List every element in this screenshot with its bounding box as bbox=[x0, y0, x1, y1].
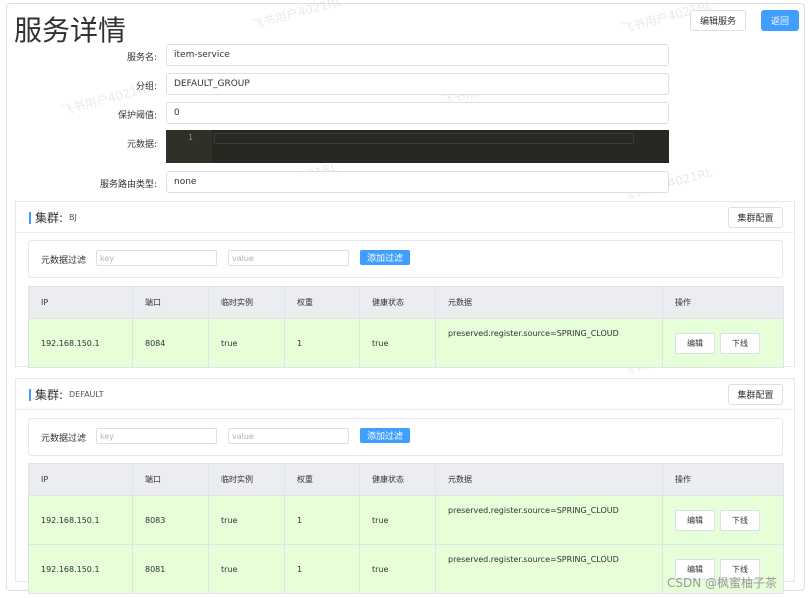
cell-ephemeral: true bbox=[208, 495, 285, 545]
filter-key-input[interactable]: key bbox=[96, 428, 217, 444]
column-header-health: 健康状态 bbox=[359, 286, 436, 319]
cluster-config-button[interactable]: 集群配置 bbox=[728, 207, 783, 228]
edit-instance-button[interactable]: 编辑 bbox=[675, 332, 715, 354]
cell-ip: 192.168.150.1 bbox=[28, 318, 133, 368]
editor-line-number: 1 bbox=[188, 133, 193, 142]
column-header-ephemeral: 临时实例 bbox=[208, 286, 285, 319]
cell-ephemeral: true bbox=[208, 318, 285, 368]
filter-label: 元数据过滤 bbox=[41, 434, 87, 444]
column-header-metadata: 元数据 bbox=[435, 286, 663, 319]
editor-active-line bbox=[214, 133, 634, 144]
cell-ephemeral: true bbox=[208, 544, 285, 594]
cell-port: 8083 bbox=[132, 495, 209, 545]
protect-threshold-field[interactable]: 0 bbox=[166, 102, 669, 124]
metadata-filter: 元数据过滤 key value 添加过滤 bbox=[28, 240, 783, 278]
cluster-title: 集群: bbox=[35, 388, 64, 402]
page-title: 服务详情 bbox=[14, 14, 127, 47]
cluster-name: BJ bbox=[69, 213, 77, 222]
cell-ip: 192.168.150.1 bbox=[28, 495, 133, 545]
column-header-port: 端口 bbox=[132, 463, 209, 496]
cell-weight: 1 bbox=[284, 544, 360, 594]
column-header-ip: IP bbox=[28, 463, 133, 496]
cluster-header: 集群: DEFAULT 集群配置 bbox=[16, 379, 794, 410]
column-header-weight: 权重 bbox=[284, 463, 360, 496]
cluster-card-default: 集群: DEFAULT 集群配置 元数据过滤 key value 添加过滤 IP… bbox=[15, 378, 795, 594]
filter-value-input[interactable]: value bbox=[228, 250, 349, 266]
cell-actions: 编辑 下线 bbox=[662, 495, 784, 545]
column-header-weight: 权重 bbox=[284, 286, 360, 319]
selector-type-label: 服务路由类型: bbox=[99, 180, 157, 190]
cell-health: true bbox=[359, 544, 436, 594]
cell-ip: 192.168.150.1 bbox=[28, 544, 133, 594]
cluster-name: DEFAULT bbox=[69, 390, 104, 399]
column-header-port: 端口 bbox=[132, 286, 209, 319]
offline-instance-button[interactable]: 下线 bbox=[720, 332, 760, 354]
column-header-metadata: 元数据 bbox=[435, 463, 663, 496]
protect-threshold-label: 保护阈值: bbox=[117, 111, 157, 121]
metadata-filter: 元数据过滤 key value 添加过滤 bbox=[28, 418, 783, 456]
cell-metadata: preserved.register.source=SPRING_CLOUD bbox=[435, 495, 663, 545]
edit-service-button[interactable]: 编辑服务 bbox=[690, 10, 746, 31]
filter-key-input[interactable]: key bbox=[96, 250, 217, 266]
cell-health: true bbox=[359, 318, 436, 368]
column-header-actions: 操作 bbox=[662, 286, 784, 319]
instance-table: IP 端口 临时实例 权重 健康状态 元数据 操作 192.168.150.1 … bbox=[28, 286, 784, 368]
filter-label: 元数据过滤 bbox=[41, 256, 87, 266]
cluster-accent-bar bbox=[29, 212, 31, 224]
group-label: 分组: bbox=[135, 82, 157, 92]
cluster-header: 集群: BJ 集群配置 bbox=[16, 202, 794, 233]
selector-type-field[interactable]: none bbox=[166, 171, 669, 193]
metadata-editor[interactable]: 1 bbox=[166, 130, 669, 163]
cell-port: 8081 bbox=[132, 544, 209, 594]
service-name-field[interactable]: item-service bbox=[166, 44, 669, 66]
table-header-row: IP 端口 临时实例 权重 健康状态 元数据 操作 bbox=[28, 286, 784, 319]
offline-instance-button[interactable]: 下线 bbox=[720, 509, 760, 531]
credit-text: CSDN @枫蜜柚子茶 bbox=[667, 576, 778, 590]
cluster-card-bj: 集群: BJ 集群配置 元数据过滤 key value 添加过滤 IP 端口 临… bbox=[15, 201, 795, 368]
column-header-ip: IP bbox=[28, 286, 133, 319]
cell-health: true bbox=[359, 495, 436, 545]
cell-actions: 编辑 下线 bbox=[662, 318, 784, 368]
cell-port: 8084 bbox=[132, 318, 209, 368]
back-button[interactable]: 返回 bbox=[761, 10, 799, 31]
cluster-title: 集群: bbox=[35, 211, 64, 225]
table-row: 192.168.150.1 8084 true 1 true preserved… bbox=[28, 318, 784, 368]
cluster-accent-bar bbox=[29, 389, 31, 401]
add-filter-button[interactable]: 添加过滤 bbox=[360, 428, 410, 443]
column-header-health: 健康状态 bbox=[359, 463, 436, 496]
cell-metadata: preserved.register.source=SPRING_CLOUD bbox=[435, 318, 663, 368]
cell-metadata: preserved.register.source=SPRING_CLOUD bbox=[435, 544, 663, 594]
cluster-config-button[interactable]: 集群配置 bbox=[728, 384, 783, 405]
column-header-ephemeral: 临时实例 bbox=[208, 463, 285, 496]
service-name-label: 服务名: bbox=[126, 53, 157, 63]
filter-value-input[interactable]: value bbox=[228, 428, 349, 444]
add-filter-button[interactable]: 添加过滤 bbox=[360, 250, 410, 265]
metadata-label: 元数据: bbox=[126, 140, 157, 150]
table-header-row: IP 端口 临时实例 权重 健康状态 元数据 操作 bbox=[28, 463, 784, 496]
edit-instance-button[interactable]: 编辑 bbox=[675, 509, 715, 531]
column-header-actions: 操作 bbox=[662, 463, 784, 496]
cell-weight: 1 bbox=[284, 495, 360, 545]
table-row: 192.168.150.1 8083 true 1 true preserved… bbox=[28, 495, 784, 545]
group-field[interactable]: DEFAULT_GROUP bbox=[166, 73, 669, 95]
cell-weight: 1 bbox=[284, 318, 360, 368]
